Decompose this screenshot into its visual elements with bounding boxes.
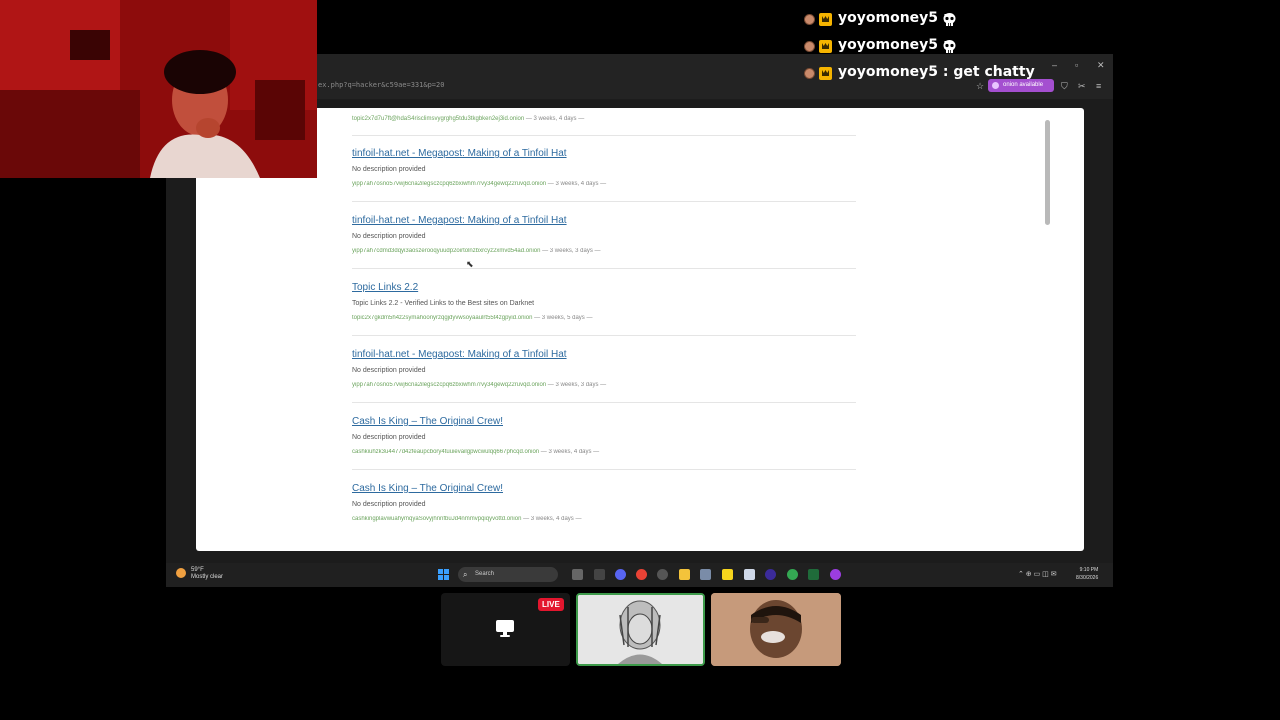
- search-icon: ⌕: [463, 570, 468, 579]
- result-description: No description provided: [352, 434, 426, 441]
- result-description: No description provided: [352, 166, 426, 173]
- windows-start-icon[interactable]: [438, 569, 449, 580]
- result-description: No description provided: [352, 233, 426, 240]
- purple-app-icon[interactable]: [830, 569, 841, 580]
- maximize-icon[interactable]: ▫: [1075, 60, 1078, 70]
- discord-icon[interactable]: [615, 569, 626, 580]
- skull-emote-icon: [943, 40, 956, 53]
- system-tray[interactable]: ⌃ ⊕ ▭ ◫ ✉: [1018, 570, 1057, 578]
- skull-emote-icon: [943, 13, 956, 26]
- search-result: Topic Links 2.2 Topic Links 2.2 - Verifi…: [352, 282, 856, 336]
- broom-icon[interactable]: ✂: [1078, 81, 1086, 92]
- chat-text: get chatty: [948, 64, 1035, 80]
- avatar: [711, 593, 841, 666]
- avatar: [804, 14, 815, 25]
- scrollbar[interactable]: [1045, 120, 1050, 225]
- result-title-link[interactable]: Cash Is King – The Original Crew!: [352, 416, 856, 427]
- file-explorer-icon[interactable]: [679, 569, 690, 580]
- avatar: [804, 68, 815, 79]
- result-url: topic2x7d7u7ft@hdaS4risclimsvygrghg5tdu3…: [352, 116, 585, 122]
- crown-badge-icon: [819, 13, 832, 26]
- tor-browser-icon[interactable]: [765, 569, 776, 580]
- result-title-link[interactable]: tinfoil-hat.net - Megapost: Making of a …: [352, 215, 856, 226]
- avatar: [804, 41, 815, 52]
- notes-icon[interactable]: [722, 569, 733, 580]
- settings-icon[interactable]: [700, 569, 711, 580]
- participant-tile[interactable]: [576, 593, 705, 666]
- chat-username: yoyomoney5: [838, 64, 939, 80]
- avatar: [578, 595, 703, 664]
- crown-badge-icon: [819, 67, 832, 80]
- minimize-icon[interactable]: –: [1052, 60, 1057, 70]
- result-title-link[interactable]: Cash Is King – The Original Crew!: [352, 483, 856, 494]
- search-results-page: topic2x7d7u7ft@hdaS4risclimsvygrghg5tdu3…: [196, 108, 1084, 551]
- close-icon[interactable]: ✕: [1097, 60, 1105, 71]
- result-title-link[interactable]: tinfoil-hat.net - Megapost: Making of a …: [352, 148, 856, 159]
- result-description: No description provided: [352, 367, 426, 374]
- result-title-link[interactable]: Topic Links 2.2: [352, 282, 856, 293]
- star-icon[interactable]: ☆: [976, 81, 984, 92]
- result-url: yipp7ah7osno57vwj6cna2ilegsczcpq6zbxiwhm…: [352, 181, 607, 187]
- search-result: Cash Is King – The Original Crew! No des…: [352, 416, 856, 470]
- onion-icon: [992, 82, 999, 89]
- search-result: tinfoil-hat.net - Megapost: Making of a …: [352, 349, 856, 403]
- screen-share-tile[interactable]: LIVE: [441, 593, 570, 666]
- chat-username: yoyomoney5: [838, 37, 939, 53]
- result-url: cashkingplavwuahymqyaSovyjhnnfbuJd4nmmvp…: [352, 516, 582, 522]
- result-url: topic2x7gkdm5h4z2symahoonyrzqgjdyvwsoyaa…: [352, 315, 593, 321]
- result-description: Topic Links 2.2 - Verified Links to the …: [352, 300, 535, 307]
- chrome-icon[interactable]: [636, 569, 647, 580]
- result-url: yipp7ah7osno57vwj6cna2ilegsczcpq6zbxiwhm…: [352, 382, 607, 388]
- participant-tile[interactable]: [711, 593, 841, 666]
- result-title-link[interactable]: tinfoil-hat.net - Megapost: Making of a …: [352, 349, 856, 360]
- obs-icon[interactable]: [657, 569, 668, 580]
- search-result: Cash Is King – The Original Crew! No des…: [352, 483, 856, 537]
- app-icon[interactable]: [808, 569, 819, 580]
- result-url: cashkiuhzk3u4477d42feaupcbory4tuuievailg…: [352, 449, 600, 455]
- menu-icon[interactable]: ≡: [1096, 81, 1101, 91]
- shield-icon[interactable]: ⛉: [1061, 81, 1068, 92]
- chat-username: yoyomoney5: [838, 10, 939, 26]
- search-result: tinfoil-hat.net - Megapost: Making of a …: [352, 148, 856, 202]
- webcam-image: [0, 0, 317, 178]
- onion-available-badge[interactable]: onion available: [988, 79, 1054, 92]
- browser-icon[interactable]: [787, 569, 798, 580]
- webcam-feed: [0, 0, 317, 178]
- terminal-icon[interactable]: [594, 569, 605, 580]
- stream-layout: – ▫ ✕ ⌄ ex.php?q=hacker&c59ae=331&p=20 ☆…: [0, 0, 1280, 720]
- divider: [352, 135, 856, 136]
- result-url: yipp7ah7cdmd3dqyi3aoszerooqyuudp2oirtoln…: [352, 248, 601, 254]
- monitor-icon: [496, 620, 514, 637]
- weather-icon: [176, 568, 186, 578]
- live-badge: LIVE: [538, 598, 564, 611]
- address-bar[interactable]: ex.php?q=hacker&c59ae=331&p=20: [318, 81, 444, 89]
- crown-badge-icon: [819, 40, 832, 53]
- search-result: tinfoil-hat.net - Megapost: Making of a …: [352, 215, 856, 269]
- store-icon[interactable]: [744, 569, 755, 580]
- taskbar: 59°F Mostly clear ⌕ Search ⌃ ⊕ ▭ ◫ ✉ 9:1…: [166, 563, 1113, 587]
- task-view-icon[interactable]: [572, 569, 583, 580]
- clock[interactable]: 9:10 PM 8/30/2026: [1076, 566, 1098, 582]
- taskbar-search[interactable]: ⌕ Search: [458, 567, 558, 582]
- weather-widget[interactable]: 59°F Mostly clear: [176, 567, 223, 581]
- mouse-cursor-icon: ⬉: [466, 259, 474, 269]
- result-description: No description provided: [352, 501, 426, 508]
